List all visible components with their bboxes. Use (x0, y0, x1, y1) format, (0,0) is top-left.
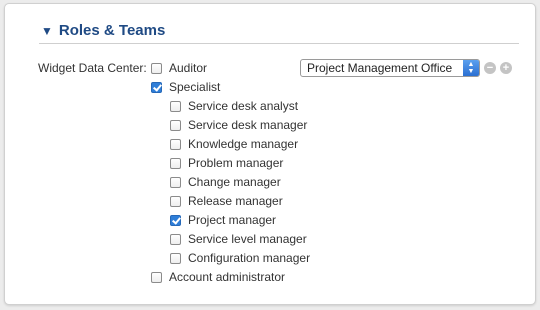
list-item[interactable]: Service desk manager (170, 117, 307, 133)
select-arrows-icon[interactable]: ▲ ▼ (463, 60, 479, 76)
account-administrator-checkbox[interactable] (151, 271, 162, 283)
role-label: Problem manager (188, 156, 284, 170)
list-item[interactable]: Problem manager (170, 155, 283, 171)
role-label: Change manager (188, 175, 281, 189)
list-item[interactable]: Change manager (170, 174, 281, 190)
list-item[interactable]: Service desk analyst (170, 98, 298, 114)
list-item[interactable]: Service level manager (170, 231, 307, 247)
plus-circle-icon[interactable]: + (500, 62, 512, 74)
role-label: Release manager (188, 194, 283, 208)
list-item[interactable]: Release manager (170, 193, 283, 209)
role-checkbox[interactable] (170, 195, 181, 207)
account-administrator-label: Account administrator (169, 270, 286, 284)
role-checkbox[interactable] (170, 119, 181, 131)
role-account-administrator[interactable]: Account administrator (151, 269, 285, 285)
role-checkbox[interactable] (170, 138, 181, 150)
role-label: Knowledge manager (188, 137, 299, 151)
role-checkbox[interactable] (170, 233, 181, 245)
role-label: Service level manager (188, 232, 307, 246)
list-item[interactable]: Knowledge manager (170, 136, 298, 152)
team-select[interactable]: Project Management Office ▲ ▼ (300, 59, 480, 77)
field-label: Widget Data Center: (38, 61, 147, 75)
specialist-checkbox[interactable] (151, 81, 162, 93)
role-checkbox[interactable] (170, 176, 181, 188)
minus-circle-icon[interactable]: − (484, 62, 496, 74)
team-select-value: Project Management Office (307, 61, 453, 75)
role-checkbox[interactable] (170, 157, 181, 169)
role-auditor[interactable]: Auditor (151, 60, 207, 76)
role-label: Service desk manager (188, 118, 308, 132)
role-label: Configuration manager (188, 251, 311, 265)
role-label: Project manager (188, 213, 277, 227)
auditor-checkbox[interactable] (151, 62, 162, 74)
role-checkbox[interactable] (170, 214, 181, 226)
specialist-label: Specialist (169, 80, 221, 94)
list-item[interactable]: Project manager (170, 212, 276, 228)
header-divider (39, 43, 519, 44)
role-label: Service desk analyst (188, 99, 299, 113)
role-checkbox[interactable] (170, 100, 181, 112)
role-specialist[interactable]: Specialist (151, 79, 220, 95)
section-title: Roles & Teams (58, 22, 166, 39)
collapse-triangle-icon[interactable]: ▼ (41, 24, 53, 38)
section-header[interactable]: ▼ Roles & Teams (41, 22, 165, 39)
list-item[interactable]: Configuration manager (170, 250, 310, 266)
role-checkbox[interactable] (170, 252, 181, 264)
auditor-label: Auditor (169, 61, 208, 75)
